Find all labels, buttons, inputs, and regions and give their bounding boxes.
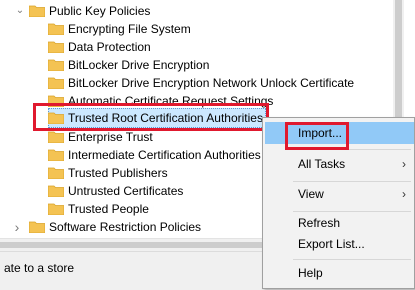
menu-item-export-list[interactable]: Export List...	[265, 233, 414, 255]
folder-icon	[48, 59, 64, 71]
menu-separator	[293, 181, 411, 182]
tree-item-label: BitLocker Drive Encryption	[68, 58, 210, 72]
menu-item-label: Help	[298, 266, 323, 280]
annotation-highlight-box	[285, 122, 349, 150]
tree-item-label: Data Protection	[68, 40, 151, 54]
tree-item-label: Untrusted Certificates	[68, 184, 184, 198]
tree-item-bitlocker-network-unlock[interactable]: BitLocker Drive Encryption Network Unloc…	[0, 73, 400, 93]
tree-item-label: Encrypting File System	[68, 22, 191, 36]
menu-item-label: Export List...	[298, 237, 365, 251]
menu-item-all-tasks[interactable]: All Tasks ›	[265, 153, 414, 175]
chevron-down-icon[interactable]: ⌄	[15, 1, 25, 21]
chevron-right-icon: ›	[402, 187, 406, 201]
tree-item-label: Intermediate Certification Authorities	[68, 148, 261, 162]
tree-item-data-protection[interactable]: Data Protection	[0, 37, 400, 57]
menu-item-help[interactable]: Help	[265, 262, 414, 284]
chevron-right-icon: ›	[402, 157, 406, 171]
tree-item-label: Enterprise Trust	[68, 130, 153, 144]
menu-item-refresh[interactable]: Refresh	[265, 212, 414, 234]
menu-item-label: Refresh	[298, 216, 341, 230]
status-text: ate to a store	[4, 261, 75, 275]
tree-item-label: Trusted People	[68, 202, 149, 216]
folder-icon	[48, 167, 64, 179]
folder-icon	[48, 23, 64, 35]
folder-icon	[48, 41, 64, 53]
tree-item-encrypting-file-system[interactable]: Encrypting File System	[0, 19, 400, 39]
vertical-scrollbar-thumb[interactable]	[395, 0, 402, 120]
menu-item-label: All Tasks	[298, 157, 346, 171]
chevron-right-icon[interactable]: ›	[12, 217, 22, 237]
horizontal-scrollbar-thumb[interactable]	[0, 242, 270, 248]
folder-icon	[29, 5, 45, 17]
tree-item-label: BitLocker Drive Encryption Network Unloc…	[68, 76, 355, 90]
folder-icon	[48, 131, 64, 143]
menu-item-view[interactable]: View ›	[265, 183, 414, 205]
folder-icon	[29, 221, 45, 233]
tree-item-bitlocker-drive-encryption[interactable]: BitLocker Drive Encryption	[0, 55, 400, 75]
menu-separator	[293, 259, 411, 260]
folder-icon	[48, 203, 64, 215]
tree-item-public-key-policies[interactable]: ⌄ Public Key Policies	[0, 1, 400, 21]
tree-item-label: Trusted Publishers	[68, 166, 168, 180]
tree-item-label: Public Key Policies	[49, 4, 151, 18]
folder-icon	[48, 77, 64, 89]
folder-icon	[48, 149, 64, 161]
tree-item-label: Software Restriction Policies	[49, 220, 202, 234]
menu-item-label: View	[298, 187, 324, 201]
folder-icon	[48, 185, 64, 197]
